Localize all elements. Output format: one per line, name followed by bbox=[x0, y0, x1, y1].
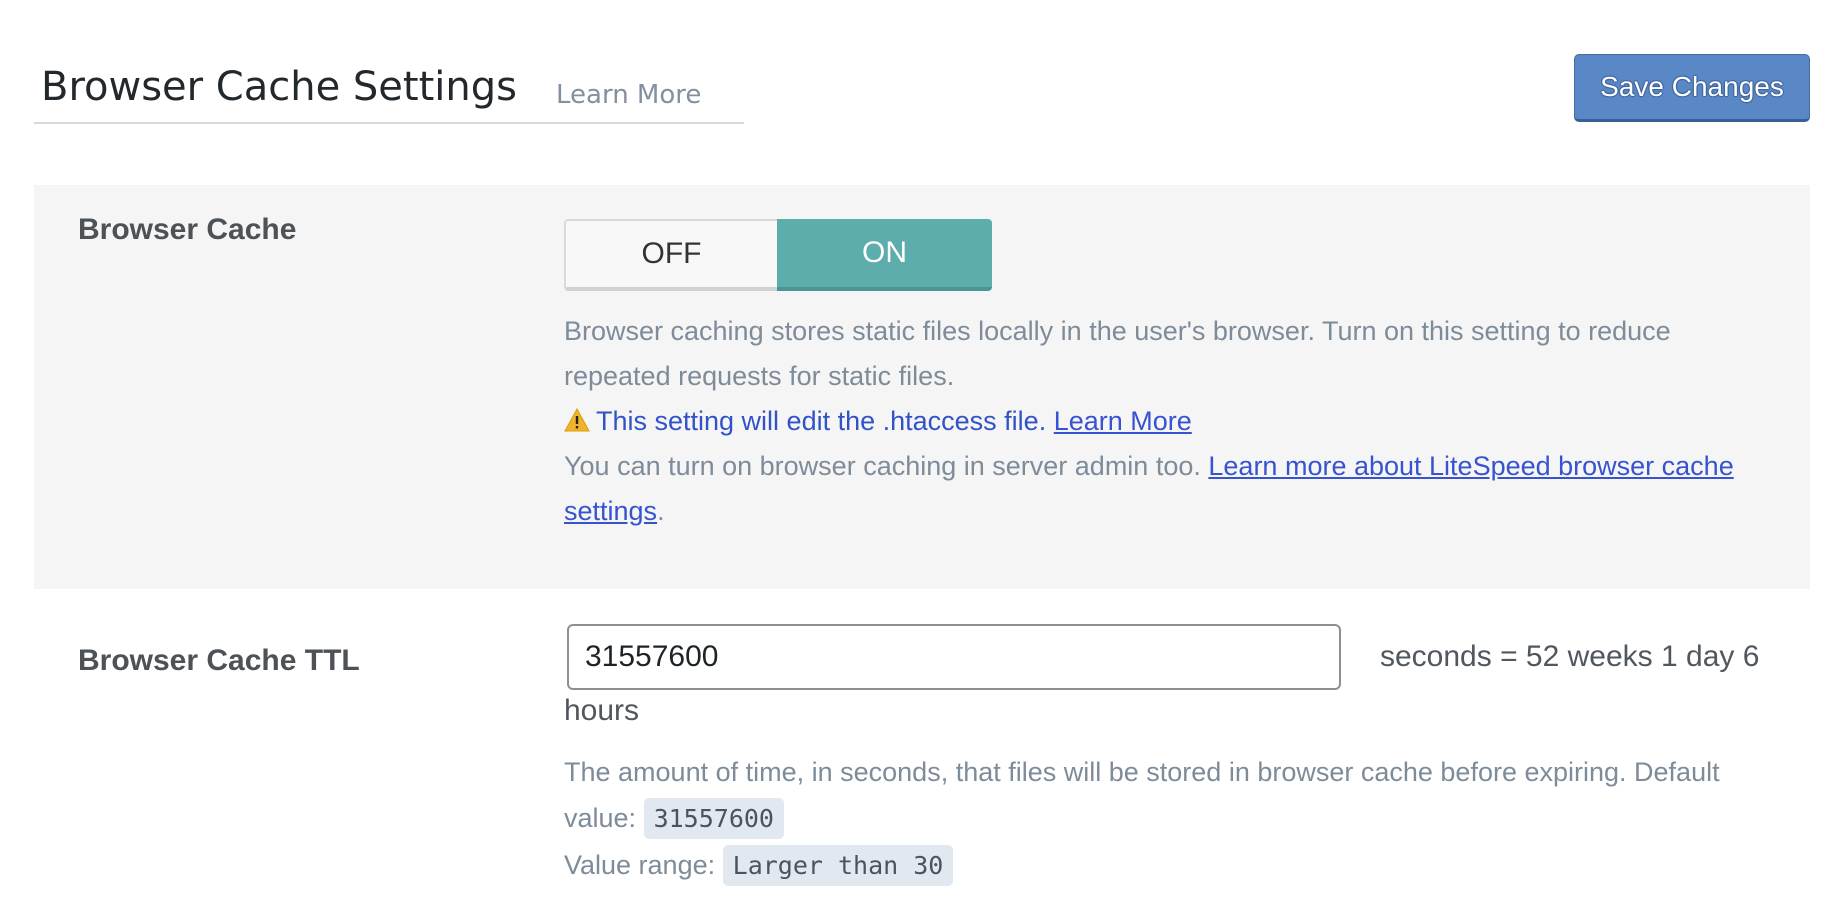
value-range-value: Larger than 30 bbox=[722, 845, 954, 886]
toggle-off-option[interactable]: OFF bbox=[564, 219, 777, 291]
save-changes-button[interactable]: Save Changes bbox=[1574, 54, 1810, 122]
browser-cache-label: Browser Cache bbox=[78, 213, 297, 246]
ttl-description: The amount of time, in seconds, that fil… bbox=[564, 749, 1784, 842]
htaccess-warning: This setting will edit the .htaccess fil… bbox=[564, 399, 1784, 444]
browser-cache-ttl-label: Browser Cache TTL bbox=[78, 644, 360, 677]
server-admin-period: . bbox=[657, 496, 665, 526]
browser-cache-toggle[interactable]: OFF ON bbox=[564, 219, 1028, 291]
server-admin-note: You can turn on browser caching in serve… bbox=[564, 444, 1784, 534]
warning-text: This setting will edit the .htaccess fil… bbox=[596, 406, 1047, 436]
warning-learn-more-link[interactable]: Learn More bbox=[1054, 406, 1192, 436]
warning-icon bbox=[564, 408, 590, 432]
browser-cache-description-block: Browser caching stores static files loca… bbox=[564, 309, 1784, 534]
ttl-default-value: 31557600 bbox=[643, 798, 784, 839]
ttl-description-block: The amount of time, in seconds, that fil… bbox=[564, 749, 1784, 889]
browser-cache-description: Browser caching stores static files loca… bbox=[564, 316, 1671, 391]
ttl-value-range: Value range: Larger than 30 bbox=[564, 842, 1784, 889]
browser-cache-ttl-row: Browser Cache TTL seconds = 52 weeks 1 d… bbox=[34, 589, 1810, 918]
browser-cache-row: Browser Cache OFF ON Browser caching sto… bbox=[34, 185, 1810, 589]
server-admin-text: You can turn on browser caching in serve… bbox=[564, 451, 1201, 481]
toggle-on-option[interactable]: ON bbox=[777, 219, 992, 291]
browser-cache-ttl-input[interactable] bbox=[567, 624, 1341, 690]
header-learn-more-link[interactable]: Learn More bbox=[556, 80, 701, 110]
value-range-label: Value range: bbox=[564, 850, 716, 880]
page-title: Browser Cache Settings bbox=[41, 64, 517, 110]
page-header: Browser Cache Settings Learn More bbox=[34, 56, 744, 124]
